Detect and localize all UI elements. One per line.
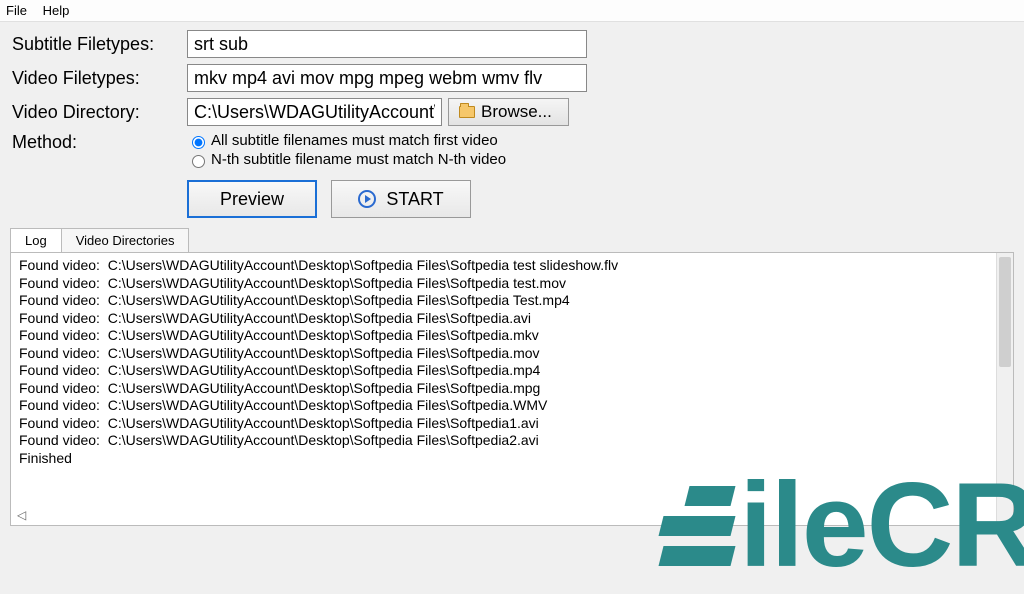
menu-help[interactable]: Help — [43, 3, 70, 18]
method-radio-nth-match-nth[interactable] — [192, 155, 205, 168]
tab-bar: Log Video Directories — [0, 228, 1024, 252]
menu-file[interactable]: File — [6, 3, 27, 18]
method-radio-label-1: All subtitle filenames must match first … — [211, 132, 498, 149]
start-button[interactable]: START — [331, 180, 471, 218]
method-radio-all-match-first[interactable] — [192, 136, 205, 149]
arrow-right-icon — [358, 190, 376, 208]
log-text: Found video: C:\Users\WDAGUtilityAccount… — [11, 253, 996, 525]
tab-log[interactable]: Log — [10, 228, 62, 252]
preview-button[interactable]: Preview — [187, 180, 317, 218]
method-radio-label-2: N-th subtitle filename must match N-th v… — [211, 151, 506, 168]
subtitle-filetypes-input[interactable] — [187, 30, 587, 58]
vertical-scrollbar[interactable] — [996, 253, 1013, 525]
folder-icon — [459, 106, 475, 118]
label-video-directory: Video Directory: — [12, 102, 187, 123]
label-video-filetypes: Video Filetypes: — [12, 68, 187, 89]
scroll-thumb[interactable] — [999, 257, 1011, 367]
menu-bar: File Help — [0, 0, 1024, 22]
method-radio-group: All subtitle filenames must match first … — [187, 132, 506, 170]
video-directory-input[interactable] — [187, 98, 442, 126]
log-panel: Found video: C:\Users\WDAGUtilityAccount… — [10, 252, 1014, 526]
label-method: Method: — [12, 132, 187, 153]
browse-button-label: Browse... — [481, 102, 552, 122]
scroll-left-icon[interactable]: ◁ — [17, 508, 26, 522]
label-subtitle-filetypes: Subtitle Filetypes: — [12, 34, 187, 55]
form-area: Subtitle Filetypes: Video Filetypes: Vid… — [0, 22, 1024, 228]
tab-video-directories[interactable]: Video Directories — [61, 228, 190, 252]
preview-button-label: Preview — [220, 189, 284, 210]
start-button-label: START — [386, 189, 443, 210]
video-filetypes-input[interactable] — [187, 64, 587, 92]
browse-button[interactable]: Browse... — [448, 98, 569, 126]
